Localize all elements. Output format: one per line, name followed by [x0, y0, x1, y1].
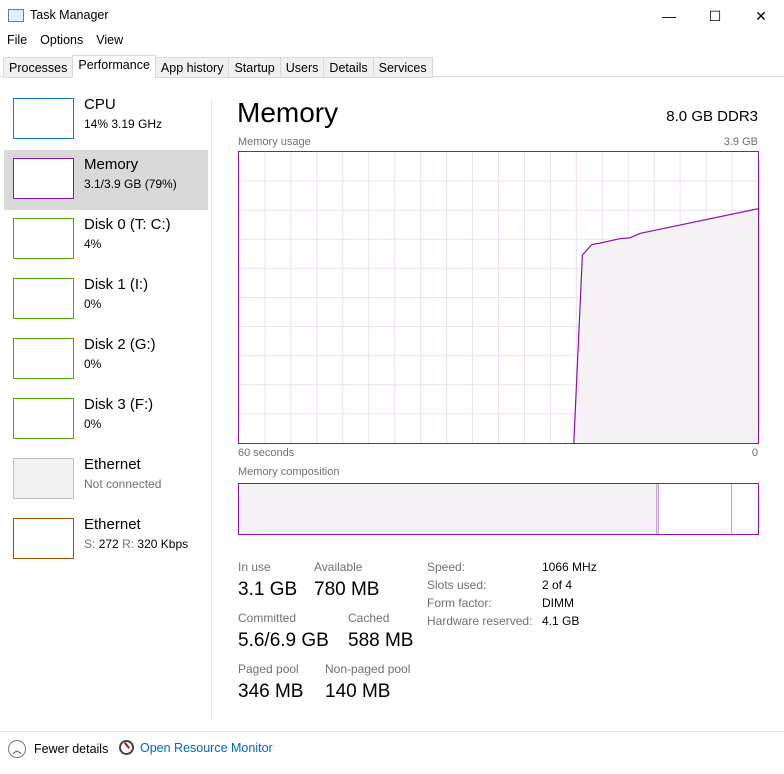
hw-reserved-value: 4.1 GB — [542, 614, 580, 628]
minimize-button[interactable]: — — [646, 0, 692, 32]
sidebar-divider — [211, 100, 212, 720]
task-manager-icon — [8, 8, 24, 22]
committed-value: 5.6/6.9 GB — [238, 630, 329, 651]
usage-max: 3.9 GB — [723, 136, 758, 148]
sidebar-item-ethernet[interactable]: Ethernet Not connected — [4, 450, 208, 510]
usage-label: Memory usage — [238, 136, 311, 148]
sidebar-item-name: Ethernet — [84, 516, 141, 533]
menu-file[interactable]: File — [7, 33, 27, 47]
sidebar-thumbnail-graph — [13, 338, 74, 379]
maximize-button[interactable]: ☐ — [692, 0, 738, 32]
open-resource-monitor-link[interactable]: Open Resource Monitor — [119, 740, 273, 755]
tab-bar: Processes Performance App history Startu… — [3, 55, 433, 78]
sidebar-item-cpu[interactable]: CPU 14% 3.19 GHz — [4, 90, 208, 150]
composition-segment-standby[interactable] — [659, 484, 733, 534]
send-value: 272 — [98, 537, 119, 551]
in-use-label: In use — [238, 560, 271, 574]
sidebar-item-name: Memory — [84, 156, 139, 173]
sidebar-item-value: 0% — [84, 357, 102, 371]
time-right-label: 0 — [751, 447, 758, 459]
paged-pool-value: 346 MB — [238, 681, 304, 702]
tab-app-history[interactable]: App history — [154, 57, 230, 78]
sidebar-thumbnail-graph — [13, 158, 74, 199]
speed-label: Speed: — [427, 560, 466, 574]
sidebar-thumbnail-graph — [13, 218, 74, 259]
receive-label: R: — [122, 537, 135, 551]
speed-value: 1066 MHz — [542, 560, 597, 574]
sidebar-item-value: 0% — [84, 297, 102, 311]
sidebar-item-name: Disk 0 (T: C:) — [84, 216, 171, 233]
menu-bar: File Options View — [7, 33, 123, 47]
sidebar-item-name: Disk 2 (G:) — [84, 336, 156, 353]
sidebar-thumbnail-graph — [13, 98, 74, 139]
sidebar-item-value: S: 272 R: 320 Kbps — [84, 537, 188, 551]
sidebar-item-value: 14% 3.19 GHz — [84, 117, 163, 131]
paged-pool-label: Paged pool — [238, 662, 299, 676]
tab-details[interactable]: Details — [323, 57, 374, 78]
fewer-details-button[interactable]: ︿ Fewer details — [8, 740, 108, 758]
chevron-up-icon: ︿ — [8, 740, 26, 758]
footer: ︿ Fewer details Open Resource Monitor — [0, 731, 784, 774]
hw-reserved-label: Hardware reserved: — [427, 614, 533, 628]
non-paged-pool-value: 140 MB — [325, 681, 391, 702]
non-paged-pool-label: Non-paged pool — [325, 662, 411, 676]
sidebar-item-name: Disk 3 (F:) — [84, 396, 154, 413]
sidebar-item-disk-1-i[interactable]: Disk 1 (I:) 0% — [4, 270, 208, 330]
composition-segment-in-use[interactable] — [239, 484, 658, 534]
usage-area — [573, 208, 758, 443]
sidebar-item-name: Disk 1 (I:) — [84, 276, 149, 293]
cached-value: 588 MB — [348, 630, 414, 651]
sidebar-thumbnail-graph — [13, 458, 74, 499]
committed-label: Committed — [238, 611, 297, 625]
tab-startup[interactable]: Startup — [228, 57, 281, 78]
time-left-label: 60 seconds — [238, 447, 295, 459]
sidebar-item-memory[interactable]: Memory 3.1/3.9 GB (79%) — [4, 150, 208, 210]
tab-processes[interactable]: Processes — [3, 57, 74, 78]
slots-label: Slots used: — [427, 578, 487, 592]
sidebar-item-disk-0-t-c[interactable]: Disk 0 (T: C:) 4% — [4, 210, 208, 270]
form-factor-value: DIMM — [542, 596, 574, 610]
in-use-value: 3.1 GB — [238, 579, 298, 600]
memory-spec: 8.0 GB DDR3 — [666, 108, 758, 125]
memory-composition-bar — [238, 483, 759, 535]
cached-label: Cached — [348, 611, 390, 625]
sidebar-thumbnail-graph — [13, 518, 74, 559]
receive-value: 320 Kbps — [137, 537, 189, 551]
sidebar-item-ethernet[interactable]: Ethernet S: 272 R: 320 Kbps — [4, 510, 208, 570]
sidebar-item-disk-2-g[interactable]: Disk 2 (G:) 0% — [4, 330, 208, 390]
slots-value: 2 of 4 — [542, 578, 573, 592]
composition-label: Memory composition — [238, 466, 340, 478]
title-bar: Task Manager — [8, 8, 109, 22]
sidebar-thumbnail-graph — [13, 398, 74, 439]
sidebar-item-value: 4% — [84, 237, 102, 251]
sidebar-item-value: Not connected — [84, 477, 162, 491]
available-label: Available — [314, 560, 363, 574]
open-resource-monitor-label: Open Resource Monitor — [140, 740, 273, 755]
menu-view[interactable]: View — [96, 33, 123, 47]
available-value: 780 MB — [314, 579, 380, 600]
tab-services[interactable]: Services — [372, 57, 433, 78]
sidebar-item-value: 0% — [84, 417, 102, 431]
fewer-details-label: Fewer details — [34, 742, 109, 756]
composition-segment-free[interactable] — [732, 484, 758, 534]
form-factor-label: Form factor: — [427, 596, 492, 610]
send-label: S: — [84, 537, 96, 551]
sidebar-item-name: CPU — [84, 96, 116, 113]
hardware-info: Speed: 1066 MHz Slots used: 2 of 4 Form fa… — [427, 560, 597, 628]
sidebar-item-disk-3-f[interactable]: Disk 3 (F:) 0% — [4, 390, 208, 450]
window-title: Task Manager — [30, 8, 109, 22]
page-title: Memory — [237, 97, 339, 128]
sidebar-item-name: Ethernet — [84, 456, 141, 473]
close-button[interactable]: ✕ — [738, 0, 784, 32]
resource-monitor-icon — [119, 740, 134, 755]
tab-users[interactable]: Users — [279, 57, 325, 78]
tab-performance[interactable]: Performance — [72, 55, 156, 78]
menu-options[interactable]: Options — [40, 33, 83, 47]
memory-usage-graph — [238, 151, 759, 444]
sidebar-item-value: 3.1/3.9 GB (79%) — [84, 177, 177, 191]
sidebar-thumbnail-graph — [13, 278, 74, 319]
